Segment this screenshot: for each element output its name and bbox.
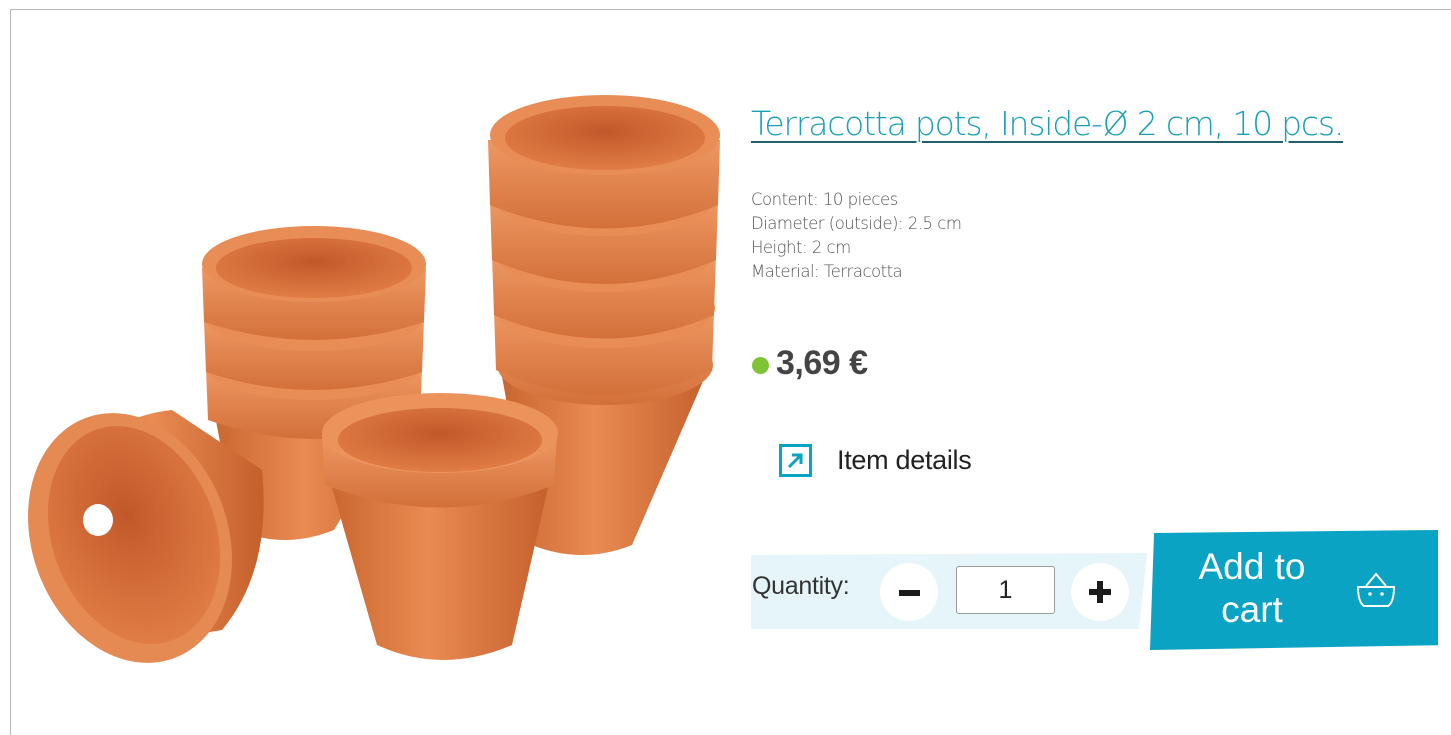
- product-price: 3,69 €: [776, 344, 868, 382]
- spec-material: Material: Terracotta: [751, 262, 903, 281]
- basket-icon: [1356, 572, 1396, 607]
- add-to-cart-label: Add to cart: [1198, 546, 1306, 630]
- product-specs: Content: 10 pieces Diameter (outside): 2…: [751, 188, 962, 284]
- stock-status-dot-icon: [752, 356, 769, 374]
- quantity-increase-button[interactable]: [1071, 563, 1129, 621]
- external-link-icon: [779, 444, 812, 477]
- spec-diameter: Diameter (outside): 2.5 cm: [751, 214, 962, 233]
- pot-front: [322, 393, 558, 660]
- spec-height: Height: 2 cm: [751, 238, 851, 257]
- quantity-label: Quantity:: [752, 572, 850, 600]
- item-details-link[interactable]: Item details: [779, 444, 972, 477]
- product-image[interactable]: [22, 90, 732, 690]
- quantity-decrease-button[interactable]: [880, 563, 938, 621]
- minus-icon: [899, 590, 920, 596]
- product-title-link[interactable]: Terracotta pots, Inside-Ø 2 cm, 10 pcs.: [751, 104, 1344, 143]
- spec-content: Content: 10 pieces: [751, 190, 898, 209]
- price-row: 3,69 €: [752, 344, 868, 383]
- quantity-input[interactable]: [956, 566, 1055, 614]
- item-details-label: Item details: [837, 445, 972, 475]
